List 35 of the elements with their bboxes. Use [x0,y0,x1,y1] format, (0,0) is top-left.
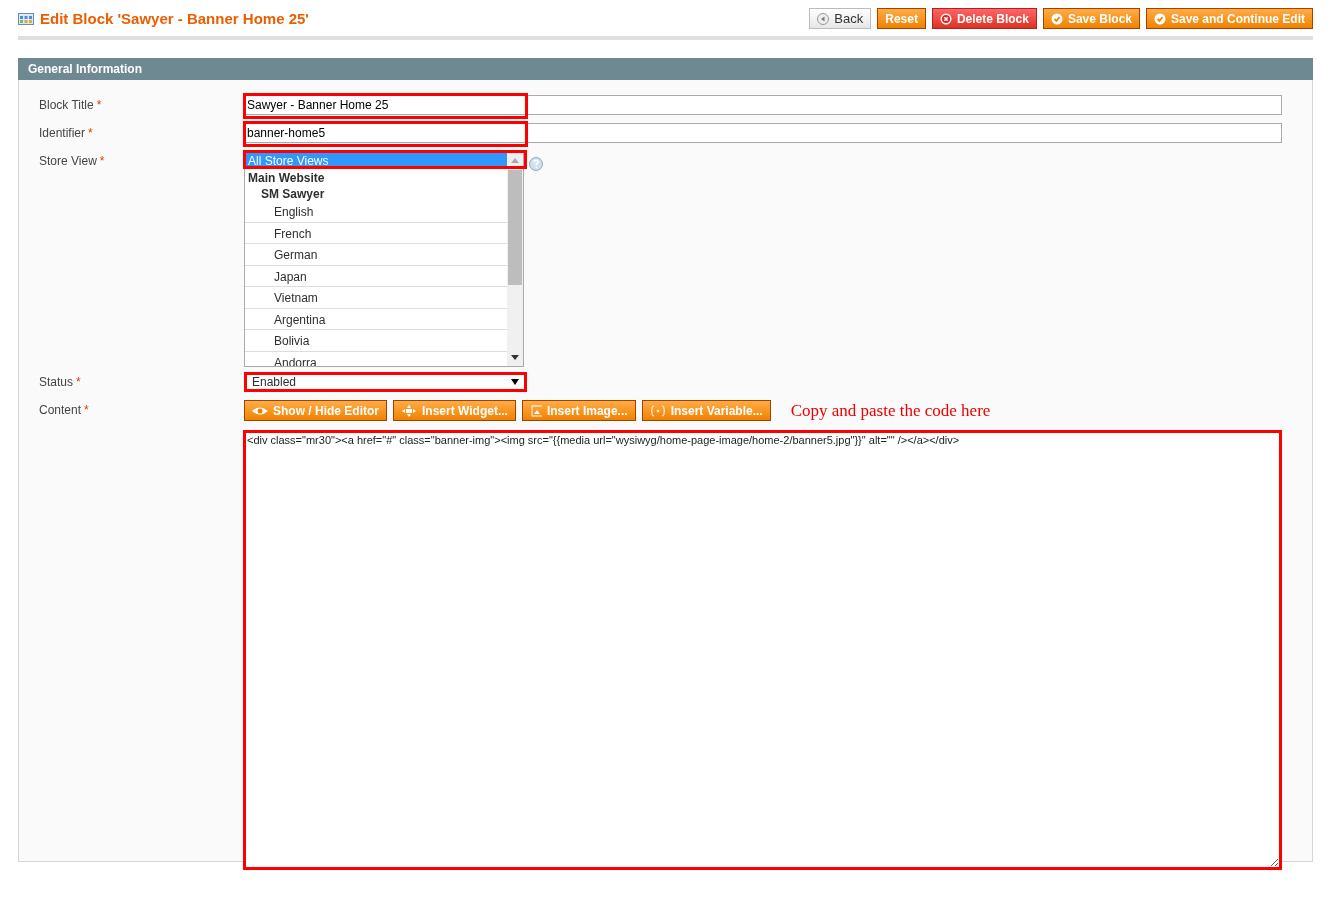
dropdown-arrow-icon [511,379,519,385]
help-icon [529,157,543,171]
required-mark: * [84,403,89,419]
grid-icon [18,12,34,25]
close-icon [939,12,952,25]
code-textarea[interactable]: <div class="mr30"><a href="#" class="banner-img"><img src="{{media url="wysiwyg/home-page-image/home-2/banner5.jpg"}}" alt="" /></a></div> [243,430,1282,870]
option-group: SM Sawyer [245,185,508,201]
scroll-down-icon [511,355,519,361]
delete-button[interactable]: Delete Block [931,8,1037,29]
field-label: Block Title [39,98,94,114]
scrollbar[interactable] [507,152,523,366]
checkmark-icon [1050,12,1063,25]
move-arrows-icon [401,404,417,417]
text-field[interactable]: banner-home5 [244,123,1282,143]
option-group: Main Website [245,169,508,185]
required-mark: * [96,98,102,114]
braces-icon [649,404,666,417]
scroll-up-icon [511,157,519,163]
back-button[interactable]: Back [809,8,872,29]
scrollbar-thumb[interactable] [508,170,522,285]
status-dropdown[interactable]: Enabled [244,372,527,392]
field-label: Identifier [39,126,86,142]
section-header: General Information [18,58,1313,80]
annotation-text: Copy and paste the code here [790,400,991,421]
required-mark: * [99,154,105,170]
picture-icon [529,404,542,417]
field-label: Content [39,403,82,419]
required-mark: * [88,126,93,142]
field-label: Store View [39,154,97,170]
page-title: Edit Block 'Sawyer - Banner Home 25' [40,10,309,27]
checkmark-icon [1154,12,1166,25]
text-field[interactable]: Sawyer - Banner Home 25 [244,95,1282,115]
store-view-list[interactable]: All Store Views Main Website SM Sawyer English French German Japan Vietnam Argentina Bolivia Andorra [244,151,524,367]
required-mark: * [76,375,81,391]
field-label: Status [39,375,74,391]
